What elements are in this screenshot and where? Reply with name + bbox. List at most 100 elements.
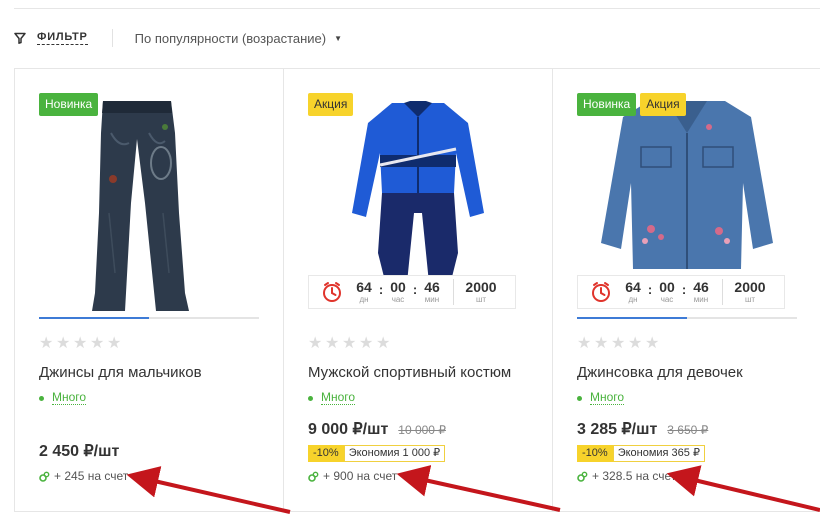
timer-quantity: 2000 шт [729,279,771,305]
sort-value: По популярности (возрастание) [134,30,327,46]
bonus-info: + 900 на счет [308,469,397,483]
timer-minutes-value: 46 [424,279,440,295]
star-icon: ★ [107,333,122,352]
price-row: 9 000 ₽/шт 10 000 ₽ [308,419,446,439]
timer-divider [722,279,723,305]
timer-days-unit: дн [359,295,369,304]
timer-days-unit: дн [628,295,638,304]
stock-dot [308,395,313,401]
filter-button[interactable]: ФИЛЬТР [14,31,88,45]
timer-minutes: 46 мин [688,279,714,305]
stock-status: Много [39,391,87,405]
star-icon: ★ [359,333,374,352]
product-image[interactable] [39,93,259,317]
timer-colon: : [681,281,687,297]
top-divider [14,8,820,9]
jeans-image [92,101,189,311]
image-slider[interactable] [577,317,797,319]
price-row: 3 285 ₽/шт 3 650 ₽ [577,419,708,439]
filter-icon [14,32,26,44]
star-icon: ★ [56,333,71,352]
toolbar: ФИЛЬТР По популярности (возрастание) ▼ [14,26,342,50]
countdown-timer: 64 дн : 00 час : 46 мин 2000 шт [577,275,785,309]
price: 3 285 ₽/шт [577,421,658,438]
product-grid: Новинка ★ ★ ★ ★ ★ Джинсы для мальчиков Много… [14,68,820,512]
slider-active-segment [39,317,149,319]
stock-status: Много [308,390,356,405]
star-icon: ★ [308,333,323,352]
badge-group: Новинка [39,93,99,116]
timer-quantity-value: 2000 [734,279,766,295]
timer-quantity-value: 2000 [465,279,497,295]
price: 9 000 ₽/шт [308,421,389,438]
product-card[interactable]: Новинка Акция 64 дн : 00 час : 46 мин 20… [552,69,820,512]
timer-days: 64 дн [351,279,377,305]
bonus-info: + 245 на счет [39,469,128,483]
timer-colon: : [378,281,384,297]
product-card[interactable]: Новинка ★ ★ ★ ★ ★ Джинсы для мальчиков Много… [14,69,284,512]
clock-icon [592,282,610,302]
sale-badge: Акция [640,93,686,116]
timer-days-value: 64 [625,279,641,295]
timer-hours-value: 00 [390,279,406,295]
star-icon: ★ [645,333,660,352]
timer-minutes: 46 мин [419,279,445,305]
stock-text: Много [590,390,625,405]
countdown-timer: 64 дн : 00 час : 46 мин 2000 шт [308,275,516,309]
price: 2 450 ₽/шт [39,443,120,460]
rating-stars[interactable]: ★ ★ ★ ★ ★ [39,335,123,351]
product-title[interactable]: Мужской спортивный костюм [308,364,511,381]
timer-quantity-unit: шт [475,295,487,304]
bonus-icon [308,471,319,482]
badge-group: Акция [308,93,354,116]
star-icon: ★ [342,333,357,352]
sale-badge: Акция [308,93,354,116]
timer-minutes-value: 46 [693,279,709,295]
product-card[interactable]: Акция 64 дн : 00 час : 46 мин 2000 шт ★ ★ ★ ★ ★ [283,69,553,512]
timer-days-value: 64 [356,279,372,295]
timer-minutes-unit: мин [424,295,440,304]
star-icon: ★ [39,333,54,352]
stock-text: Много [321,390,356,405]
stock-dot [577,395,582,401]
stock-status: Много [577,390,625,405]
price-row: 2 450 ₽/шт [39,441,119,461]
timer-days: 64 дн [620,279,646,305]
timer-colon: : [412,281,418,297]
filter-label: ФИЛЬТР [37,31,88,45]
savings-text: Экономия 1 000 ₽ [343,445,446,462]
badge-group: Новинка Акция [577,93,686,116]
new-badge: Новинка [39,93,99,116]
discount-badge: -10% Экономия 1 000 ₽ [308,445,446,462]
star-icon: ★ [577,333,592,352]
timer-hours-value: 00 [659,279,675,295]
bonus-text: + 900 на счет [323,469,398,483]
star-icon: ★ [73,333,88,352]
star-icon: ★ [594,333,609,352]
caret-down-icon: ▼ [334,33,343,43]
star-icon: ★ [376,333,391,352]
timer-hours-unit: час [391,295,405,304]
star-icon: ★ [325,333,340,352]
old-price: 10 000 ₽ [398,423,446,437]
timer-hours: 00 час [654,279,680,305]
discount-percent: -10% [577,445,613,462]
timer-hours: 00 час [385,279,411,305]
stock-dot [39,395,44,401]
toolbar-separator [111,29,113,47]
timer-minutes-unit: мин [693,295,709,304]
bonus-info: + 328.5 на счет [577,469,676,483]
timer-divider [453,279,454,305]
rating-stars[interactable]: ★ ★ ★ ★ ★ [577,335,661,351]
rating-stars[interactable]: ★ ★ ★ ★ ★ [308,335,392,351]
product-title[interactable]: Джинсовка для девочек [577,364,743,381]
discount-percent: -10% [308,445,344,462]
product-title[interactable]: Джинсы для мальчиков [39,364,202,381]
sort-dropdown[interactable]: По популярности (возрастание) ▼ [135,31,342,46]
timer-quantity: 2000 шт [460,279,502,305]
star-icon: ★ [628,333,643,352]
clock-icon [323,282,341,302]
new-badge: Новинка [577,93,637,116]
image-slider[interactable] [39,317,259,319]
savings-text: Экономия 365 ₽ [612,445,705,462]
